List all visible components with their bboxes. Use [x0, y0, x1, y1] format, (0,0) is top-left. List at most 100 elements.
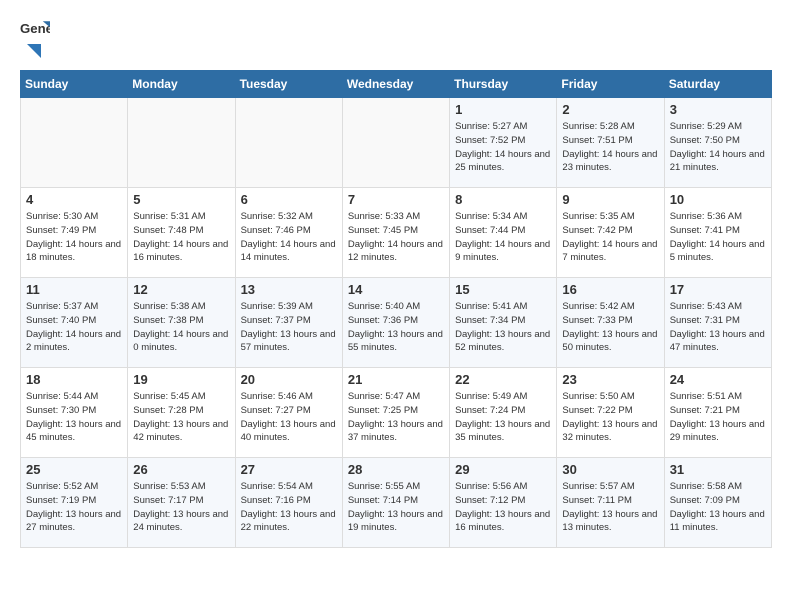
day-number: 20: [241, 372, 337, 387]
day-info: Sunrise: 5:39 AMSunset: 7:37 PMDaylight:…: [241, 300, 337, 355]
calendar-cell: [235, 98, 342, 188]
calendar-cell: 8 Sunrise: 5:34 AMSunset: 7:44 PMDaylight…: [450, 188, 557, 278]
day-number: 31: [670, 462, 766, 477]
logo: General: [20, 20, 50, 54]
day-number: 15: [455, 282, 551, 297]
page-header: General: [20, 20, 772, 54]
calendar-cell: 19 Sunrise: 5:45 AMSunset: 7:28 PMDayligh…: [128, 368, 235, 458]
day-number: 28: [348, 462, 444, 477]
svg-text:General: General: [20, 21, 50, 36]
calendar-cell: 14 Sunrise: 5:40 AMSunset: 7:36 PMDayligh…: [342, 278, 449, 368]
day-info: Sunrise: 5:35 AMSunset: 7:42 PMDaylight:…: [562, 210, 658, 265]
weekday-header-friday: Friday: [557, 71, 664, 98]
calendar-cell: 12Sunrise: 5:38 AMSunset: 7:38 PMDayligh…: [128, 278, 235, 368]
calendar-cell: 5Sunrise: 5:31 AMSunset: 7:48 PMDaylight…: [128, 188, 235, 278]
day-info: Sunrise: 5:30 AMSunset: 7:49 PMDaylight:…: [26, 210, 122, 265]
day-number: 3: [670, 102, 766, 117]
weekday-header-tuesday: Tuesday: [235, 71, 342, 98]
calendar-cell: 20Sunrise: 5:46 AMSunset: 7:27 PMDayligh…: [235, 368, 342, 458]
calendar-cell: 1 Sunrise: 5:27 AMSunset: 7:52 PMDaylight…: [450, 98, 557, 188]
calendar-cell: 29 Sunrise: 5:56 AMSunset: 7:12 PMDayligh…: [450, 458, 557, 548]
day-number: 14: [348, 282, 444, 297]
day-info: Sunrise: 5:51 AMSunset: 7:21 PMDaylight:…: [670, 390, 766, 445]
calendar-cell: [128, 98, 235, 188]
day-info: Sunrise: 5:47 AMSunset: 7:25 PMDaylight:…: [348, 390, 444, 445]
day-info: Sunrise: 5:37 AMSunset: 7:40 PMDaylight:…: [26, 300, 122, 355]
calendar-body: 1 Sunrise: 5:27 AMSunset: 7:52 PMDaylight…: [21, 98, 772, 548]
day-number: 2: [562, 102, 658, 117]
day-info: Sunrise: 5:43 AMSunset: 7:31 PMDaylight:…: [670, 300, 766, 355]
day-info: Sunrise: 5:57 AMSunset: 7:11 PMDaylight:…: [562, 480, 658, 535]
calendar-header-row: SundayMondayTuesdayWednesdayThursdayFrid…: [21, 71, 772, 98]
calendar-cell: 11 Sunrise: 5:37 AMSunset: 7:40 PMDayligh…: [21, 278, 128, 368]
day-number: 22: [455, 372, 551, 387]
day-number: 26: [133, 462, 229, 477]
calendar-cell: 23 Sunrise: 5:50 AMSunset: 7:22 PMDayligh…: [557, 368, 664, 458]
calendar-table: SundayMondayTuesdayWednesdayThursdayFrid…: [20, 70, 772, 548]
day-number: 13: [241, 282, 337, 297]
calendar-cell: [342, 98, 449, 188]
day-info: Sunrise: 5:45 AMSunset: 7:28 PMDaylight:…: [133, 390, 229, 445]
calendar-cell: 10 Sunrise: 5:36 AMSunset: 7:41 PMDayligh…: [664, 188, 771, 278]
logo-icon: General: [20, 20, 50, 38]
calendar-cell: 6 Sunrise: 5:32 AMSunset: 7:46 PMDaylight…: [235, 188, 342, 278]
calendar-cell: 24 Sunrise: 5:51 AMSunset: 7:21 PMDayligh…: [664, 368, 771, 458]
day-info: Sunrise: 5:29 AMSunset: 7:50 PMDaylight:…: [670, 120, 766, 175]
calendar-week-row: 4 Sunrise: 5:30 AMSunset: 7:49 PMDaylight…: [21, 188, 772, 278]
day-number: 10: [670, 192, 766, 207]
calendar-cell: 2 Sunrise: 5:28 AMSunset: 7:51 PMDaylight…: [557, 98, 664, 188]
day-number: 1: [455, 102, 551, 117]
calendar-cell: 30Sunrise: 5:57 AMSunset: 7:11 PMDayligh…: [557, 458, 664, 548]
day-info: Sunrise: 5:52 AMSunset: 7:19 PMDaylight:…: [26, 480, 122, 535]
weekday-header-sunday: Sunday: [21, 71, 128, 98]
weekday-header-monday: Monday: [128, 71, 235, 98]
calendar-cell: 7Sunrise: 5:33 AMSunset: 7:45 PMDaylight…: [342, 188, 449, 278]
day-info: Sunrise: 5:56 AMSunset: 7:12 PMDaylight:…: [455, 480, 551, 535]
day-info: Sunrise: 5:50 AMSunset: 7:22 PMDaylight:…: [562, 390, 658, 445]
calendar-cell: 22Sunrise: 5:49 AMSunset: 7:24 PMDayligh…: [450, 368, 557, 458]
day-number: 19: [133, 372, 229, 387]
day-info: Sunrise: 5:32 AMSunset: 7:46 PMDaylight:…: [241, 210, 337, 265]
day-number: 17: [670, 282, 766, 297]
weekday-header-wednesday: Wednesday: [342, 71, 449, 98]
day-number: 25: [26, 462, 122, 477]
day-number: 5: [133, 192, 229, 207]
day-number: 11: [26, 282, 122, 297]
day-number: 6: [241, 192, 337, 207]
day-number: 12: [133, 282, 229, 297]
day-info: Sunrise: 5:28 AMSunset: 7:51 PMDaylight:…: [562, 120, 658, 175]
calendar-cell: 16 Sunrise: 5:42 AMSunset: 7:33 PMDayligh…: [557, 278, 664, 368]
day-info: Sunrise: 5:40 AMSunset: 7:36 PMDaylight:…: [348, 300, 444, 355]
day-number: 24: [670, 372, 766, 387]
day-number: 29: [455, 462, 551, 477]
day-number: 23: [562, 372, 658, 387]
calendar-cell: 9 Sunrise: 5:35 AMSunset: 7:42 PMDaylight…: [557, 188, 664, 278]
weekday-header-thursday: Thursday: [450, 71, 557, 98]
day-number: 9: [562, 192, 658, 207]
day-info: Sunrise: 5:36 AMSunset: 7:41 PMDaylight:…: [670, 210, 766, 265]
day-info: Sunrise: 5:42 AMSunset: 7:33 PMDaylight:…: [562, 300, 658, 355]
day-info: Sunrise: 5:53 AMSunset: 7:17 PMDaylight:…: [133, 480, 229, 535]
calendar-cell: 25 Sunrise: 5:52 AMSunset: 7:19 PMDayligh…: [21, 458, 128, 548]
weekday-header-saturday: Saturday: [664, 71, 771, 98]
calendar-cell: 27Sunrise: 5:54 AMSunset: 7:16 PMDayligh…: [235, 458, 342, 548]
calendar-week-row: 25 Sunrise: 5:52 AMSunset: 7:19 PMDayligh…: [21, 458, 772, 548]
day-number: 4: [26, 192, 122, 207]
day-number: 8: [455, 192, 551, 207]
day-number: 21: [348, 372, 444, 387]
calendar-cell: 26 Sunrise: 5:53 AMSunset: 7:17 PMDayligh…: [128, 458, 235, 548]
calendar-cell: 13 Sunrise: 5:39 AMSunset: 7:37 PMDayligh…: [235, 278, 342, 368]
calendar-week-row: 18 Sunrise: 5:44 AMSunset: 7:30 PMDayligh…: [21, 368, 772, 458]
day-number: 16: [562, 282, 658, 297]
day-info: Sunrise: 5:27 AMSunset: 7:52 PMDaylight:…: [455, 120, 551, 175]
day-info: Sunrise: 5:44 AMSunset: 7:30 PMDaylight:…: [26, 390, 122, 445]
logo-triangle-icon: [21, 40, 43, 62]
calendar-cell: 28Sunrise: 5:55 AMSunset: 7:14 PMDayligh…: [342, 458, 449, 548]
day-info: Sunrise: 5:41 AMSunset: 7:34 PMDaylight:…: [455, 300, 551, 355]
calendar-cell: 4 Sunrise: 5:30 AMSunset: 7:49 PMDaylight…: [21, 188, 128, 278]
day-info: Sunrise: 5:54 AMSunset: 7:16 PMDaylight:…: [241, 480, 337, 535]
calendar-cell: 3 Sunrise: 5:29 AMSunset: 7:50 PMDaylight…: [664, 98, 771, 188]
day-info: Sunrise: 5:34 AMSunset: 7:44 PMDaylight:…: [455, 210, 551, 265]
calendar-cell: 31Sunrise: 5:58 AMSunset: 7:09 PMDayligh…: [664, 458, 771, 548]
day-number: 18: [26, 372, 122, 387]
